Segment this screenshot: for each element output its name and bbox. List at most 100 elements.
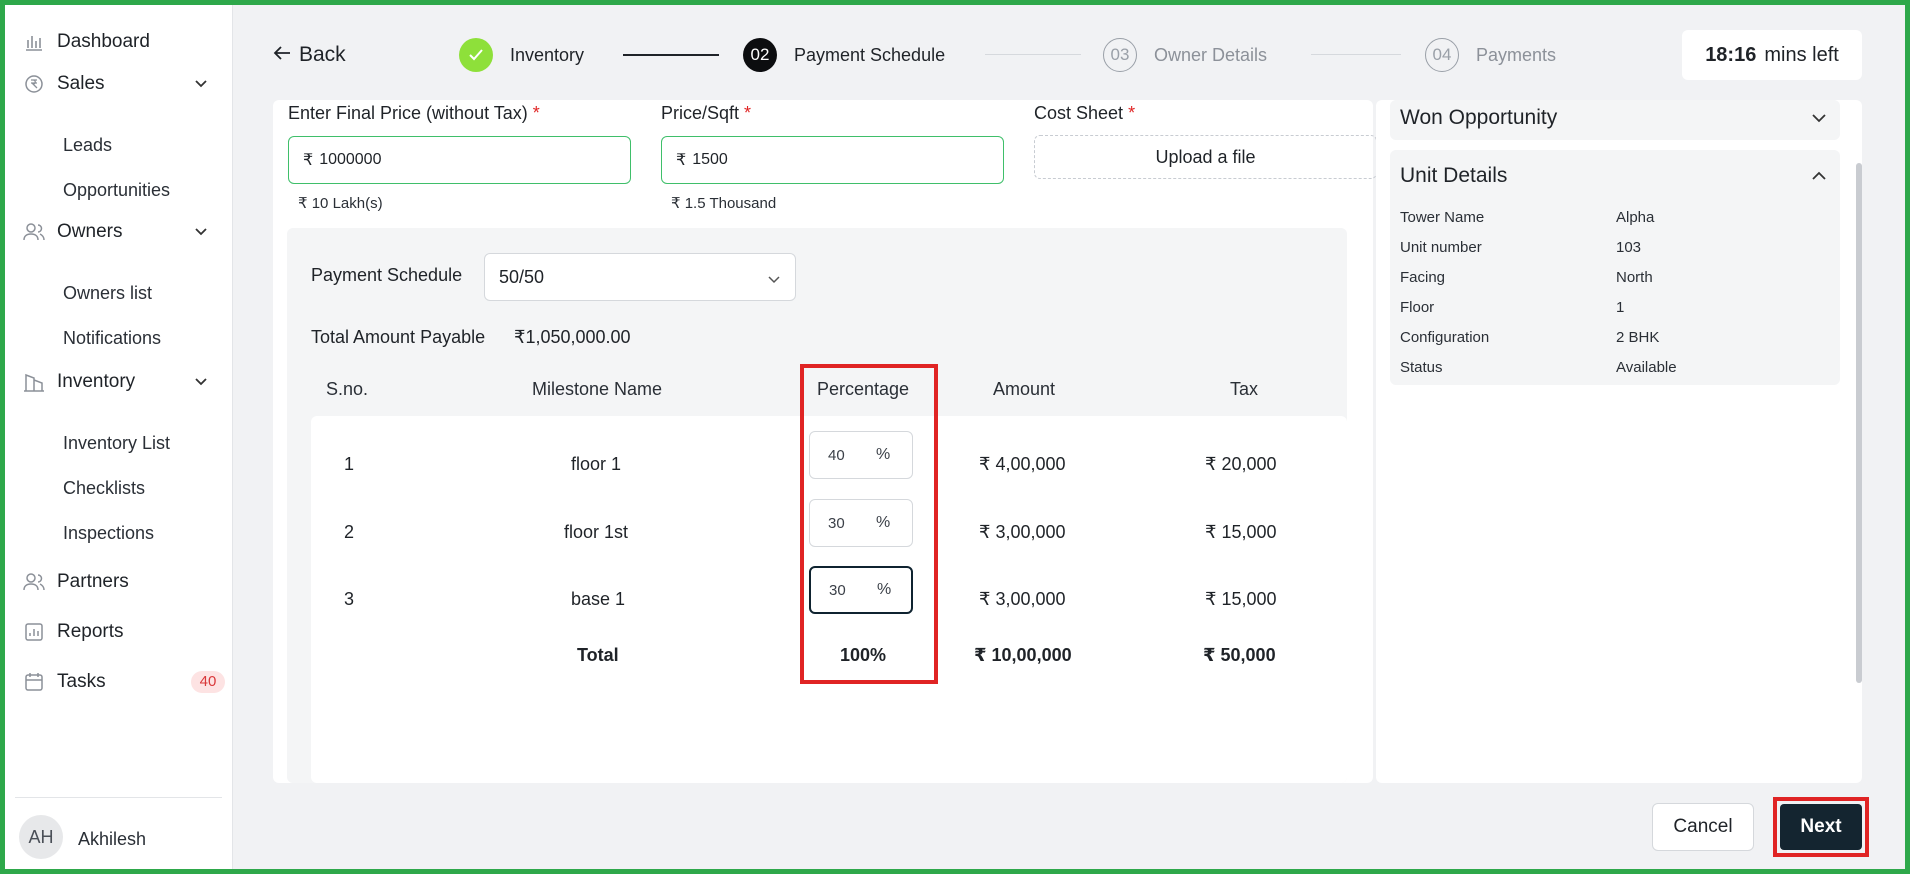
sidebar-item-label: Reports <box>57 621 124 642</box>
milestone-table-body: 1 floor 1 40 % ₹ 4,00,000 ₹ 20,000 2 flo… <box>311 416 1347 783</box>
sidebar-item-tasks[interactable]: Tasks 40 <box>23 671 225 693</box>
total-tax: ₹ 50,000 <box>1203 645 1276 665</box>
sidebar-divider <box>15 797 222 798</box>
step-connector <box>1311 54 1401 55</box>
unit-field-key: Unit number <box>1400 239 1482 256</box>
sidebar-item-inventory-list[interactable]: Inventory List <box>63 433 170 454</box>
panel-scrollbar[interactable] <box>1856 163 1862 683</box>
unit-field-value: 103 <box>1616 239 1642 256</box>
row-tax: ₹ 15,000 <box>1205 589 1277 609</box>
unit-field-value: Available <box>1616 359 1677 376</box>
unit-field-value: 1 <box>1616 299 1625 316</box>
timer-value: 18:16 <box>1705 43 1757 66</box>
step-connector <box>985 54 1081 55</box>
row-milestone-name: floor 1st <box>564 522 629 542</box>
row-amount: ₹ 4,00,000 <box>979 454 1066 474</box>
sidebar-item-leads[interactable]: Leads <box>63 135 112 156</box>
chevron-up-icon[interactable] <box>1810 167 1828 185</box>
currency-symbol: ₹ <box>676 152 687 169</box>
building-icon <box>23 371 45 393</box>
user-name[interactable]: Akhilesh <box>78 829 146 850</box>
next-button[interactable]: Next <box>1780 804 1862 850</box>
back-button[interactable]: Back <box>273 43 346 67</box>
unit-field-value: Alpha <box>1616 209 1655 226</box>
unit-field-key: Configuration <box>1400 329 1490 346</box>
row-sno: 3 <box>344 589 355 609</box>
report-icon <box>23 621 45 643</box>
step-owner-details[interactable]: 03 Owner Details <box>1103 38 1267 72</box>
back-label: Back <box>299 43 346 66</box>
cancel-button[interactable]: Cancel <box>1652 803 1754 851</box>
chevron-down-icon[interactable] <box>193 223 209 239</box>
sidebar-item-partners[interactable]: Partners <box>23 571 129 593</box>
percentage-input[interactable]: 40 % <box>809 431 913 479</box>
payment-schedule-form: Enter Final Price (without Tax) * ₹ 1000… <box>273 100 1377 783</box>
final-price-label: Enter Final Price (without Tax) * <box>288 103 540 123</box>
unit-field-key: Tower Name <box>1400 209 1485 226</box>
column-header-tax: Tax <box>1230 379 1259 399</box>
chevron-down-icon[interactable] <box>193 373 209 389</box>
users-icon <box>23 571 45 593</box>
chevron-down-icon[interactable] <box>193 75 209 91</box>
sidebar-item-inventory[interactable]: Inventory <box>23 371 213 393</box>
sidebar-item-owners-list[interactable]: Owners list <box>63 283 152 304</box>
sidebar-item-inspections[interactable]: Inspections <box>63 523 154 544</box>
step-number: 02 <box>743 38 777 72</box>
row-sno: 1 <box>344 454 355 474</box>
price-sqft-helper: ₹ 1.5 Thousand <box>671 195 777 212</box>
upload-file-button[interactable]: Upload a file <box>1034 135 1377 179</box>
row-tax: ₹ 15,000 <box>1205 522 1277 542</box>
won-opportunity-accordion[interactable]: Won Opportunity <box>1390 100 1840 140</box>
chevron-down-icon <box>1810 109 1828 127</box>
tasks-count-badge: 40 <box>191 671 225 693</box>
step-number: 03 <box>1103 38 1137 72</box>
percentage-value: 30 <box>829 581 846 599</box>
sidebar-item-label: Owners <box>57 221 123 242</box>
price-sqft-value: 1500 <box>692 151 728 168</box>
sidebar-item-checklists[interactable]: Checklists <box>63 478 145 499</box>
column-header-amount: Amount <box>993 379 1056 399</box>
row-milestone-name: base 1 <box>571 589 626 609</box>
sidebar-item-label: Dashboard <box>57 31 150 52</box>
unit-field-value: 2 BHK <box>1616 329 1660 346</box>
unit-details-accordion: Unit Details Tower Name Alpha Unit numbe… <box>1390 150 1840 385</box>
accordion-title[interactable]: Unit Details <box>1400 164 1507 188</box>
step-label: Payments <box>1476 44 1557 65</box>
row-milestone-name: floor 1 <box>571 454 622 474</box>
sidebar-item-notifications[interactable]: Notifications <box>63 328 161 349</box>
sidebar-item-dashboard[interactable]: Dashboard <box>23 31 150 53</box>
sidebar-item-label: Tasks <box>57 671 106 692</box>
price-sqft-input[interactable]: ₹ 1500 <box>661 136 1004 184</box>
step-payments[interactable]: 04 Payments <box>1425 38 1556 72</box>
accordion-title: Won Opportunity <box>1400 106 1558 129</box>
price-sqft-label: Price/Sqft * <box>661 103 752 123</box>
avatar[interactable]: AH <box>19 815 63 859</box>
final-price-input[interactable]: ₹ 1000000 <box>288 136 631 184</box>
payment-schedule-select[interactable]: 50/50 <box>484 253 796 301</box>
sidebar-item-label: Partners <box>57 571 129 592</box>
sidebar-item-reports[interactable]: Reports <box>23 621 124 643</box>
total-amount: ₹ 10,00,000 <box>974 645 1072 665</box>
row-tax: ₹ 20,000 <box>1205 454 1277 474</box>
percentage-value: 40 <box>828 446 845 464</box>
step-payment-schedule[interactable]: 02 Payment Schedule <box>743 38 945 72</box>
sidebar-item-label: Sales <box>57 73 105 94</box>
column-header-milestone: Milestone Name <box>532 379 663 399</box>
step-inventory[interactable]: Inventory <box>459 38 584 72</box>
column-header-sno: S.no. <box>326 379 369 399</box>
rupee-circle-icon <box>23 73 45 95</box>
sidebar-item-opportunities[interactable]: Opportunities <box>63 180 170 201</box>
countdown-timer: 18:16 mins left <box>1682 30 1862 80</box>
dashboard-icon <box>23 31 45 53</box>
percent-unit: % <box>877 581 892 598</box>
sidebar-item-owners[interactable]: Owners <box>23 221 213 243</box>
total-percentage: 100% <box>840 645 887 665</box>
sidebar-item-sales[interactable]: Sales <box>23 73 213 95</box>
chevron-down-icon <box>767 270 781 284</box>
currency-symbol: ₹ <box>303 152 314 169</box>
percentage-input[interactable]: 30 % <box>809 566 913 614</box>
users-icon <box>23 221 45 243</box>
unit-field-key: Facing <box>1400 269 1446 286</box>
percentage-input[interactable]: 30 % <box>809 499 913 547</box>
percent-unit: % <box>876 446 891 463</box>
